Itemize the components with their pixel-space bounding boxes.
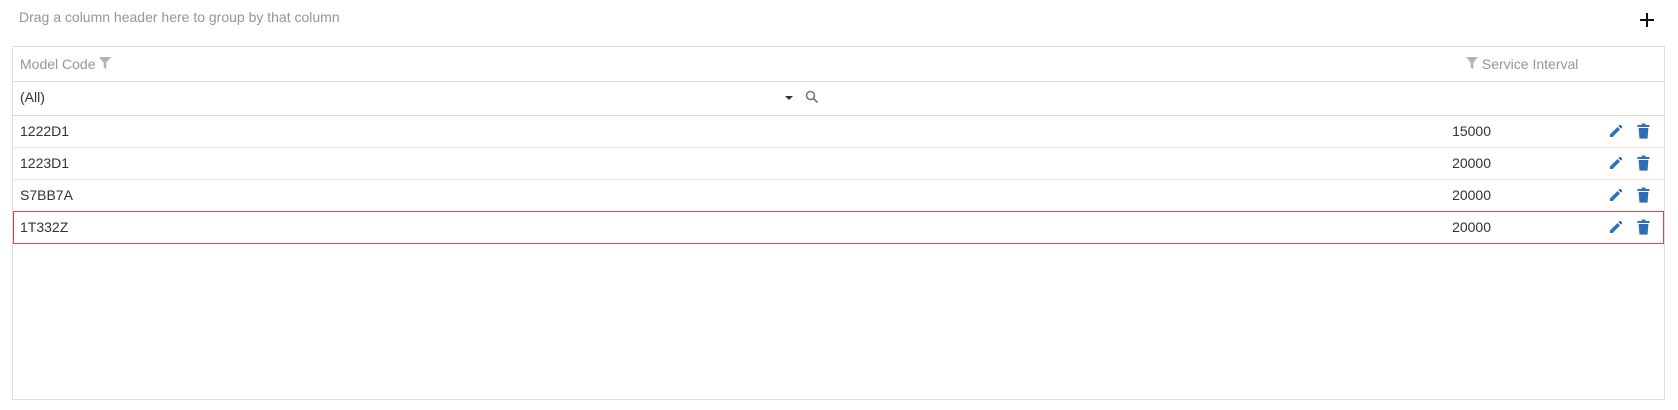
- edit-icon[interactable]: [1609, 124, 1623, 138]
- delete-icon[interactable]: [1637, 123, 1650, 139]
- table-row[interactable]: 1T332Z 20000: [13, 211, 1664, 244]
- column-header-service-interval[interactable]: Service Interval: [1466, 47, 1578, 81]
- edit-icon[interactable]: [1609, 188, 1623, 202]
- filter-icon[interactable]: [99, 57, 112, 70]
- table-row[interactable]: S7BB7A 20000: [13, 179, 1664, 212]
- group-panel: Drag a column header here to group by th…: [0, 0, 1678, 44]
- group-by-hint: Drag a column header here to group by th…: [19, 9, 340, 25]
- cell-model-code: 1222D1: [20, 123, 70, 139]
- plus-icon: [1640, 13, 1654, 27]
- cell-service-interval: 15000: [1452, 123, 1491, 139]
- filter-select-value: (All): [20, 89, 45, 105]
- filter-row: (All): [13, 81, 1664, 116]
- column-header-label: Model Code: [20, 56, 96, 72]
- search-icon[interactable]: [805, 90, 819, 104]
- column-header-label: Service Interval: [1481, 56, 1579, 72]
- cell-service-interval: 20000: [1452, 155, 1491, 171]
- cell-model-code: 1223D1: [20, 155, 70, 171]
- delete-icon[interactable]: [1637, 155, 1650, 171]
- delete-icon[interactable]: [1637, 187, 1650, 203]
- delete-icon[interactable]: [1637, 219, 1650, 235]
- edit-icon[interactable]: [1609, 220, 1623, 234]
- cell-model-code: S7BB7A: [20, 187, 73, 203]
- data-grid: Model Code Service Interval (All) 1222D1…: [12, 46, 1665, 400]
- cell-service-interval: 20000: [1452, 187, 1491, 203]
- chevron-down-icon: [785, 96, 793, 100]
- column-header-model-code[interactable]: Model Code: [20, 47, 112, 81]
- add-button[interactable]: [1636, 4, 1658, 34]
- model-code-filter-select[interactable]: (All): [20, 81, 793, 114]
- cell-model-code: 1T332Z: [20, 219, 69, 235]
- filter-icon[interactable]: [1466, 57, 1478, 70]
- table-row[interactable]: 1223D1 20000: [13, 147, 1664, 180]
- grid-header: Model Code Service Interval: [13, 47, 1664, 82]
- edit-icon[interactable]: [1609, 156, 1623, 170]
- cell-service-interval: 20000: [1452, 219, 1491, 235]
- table-row[interactable]: 1222D1 15000: [13, 115, 1664, 148]
